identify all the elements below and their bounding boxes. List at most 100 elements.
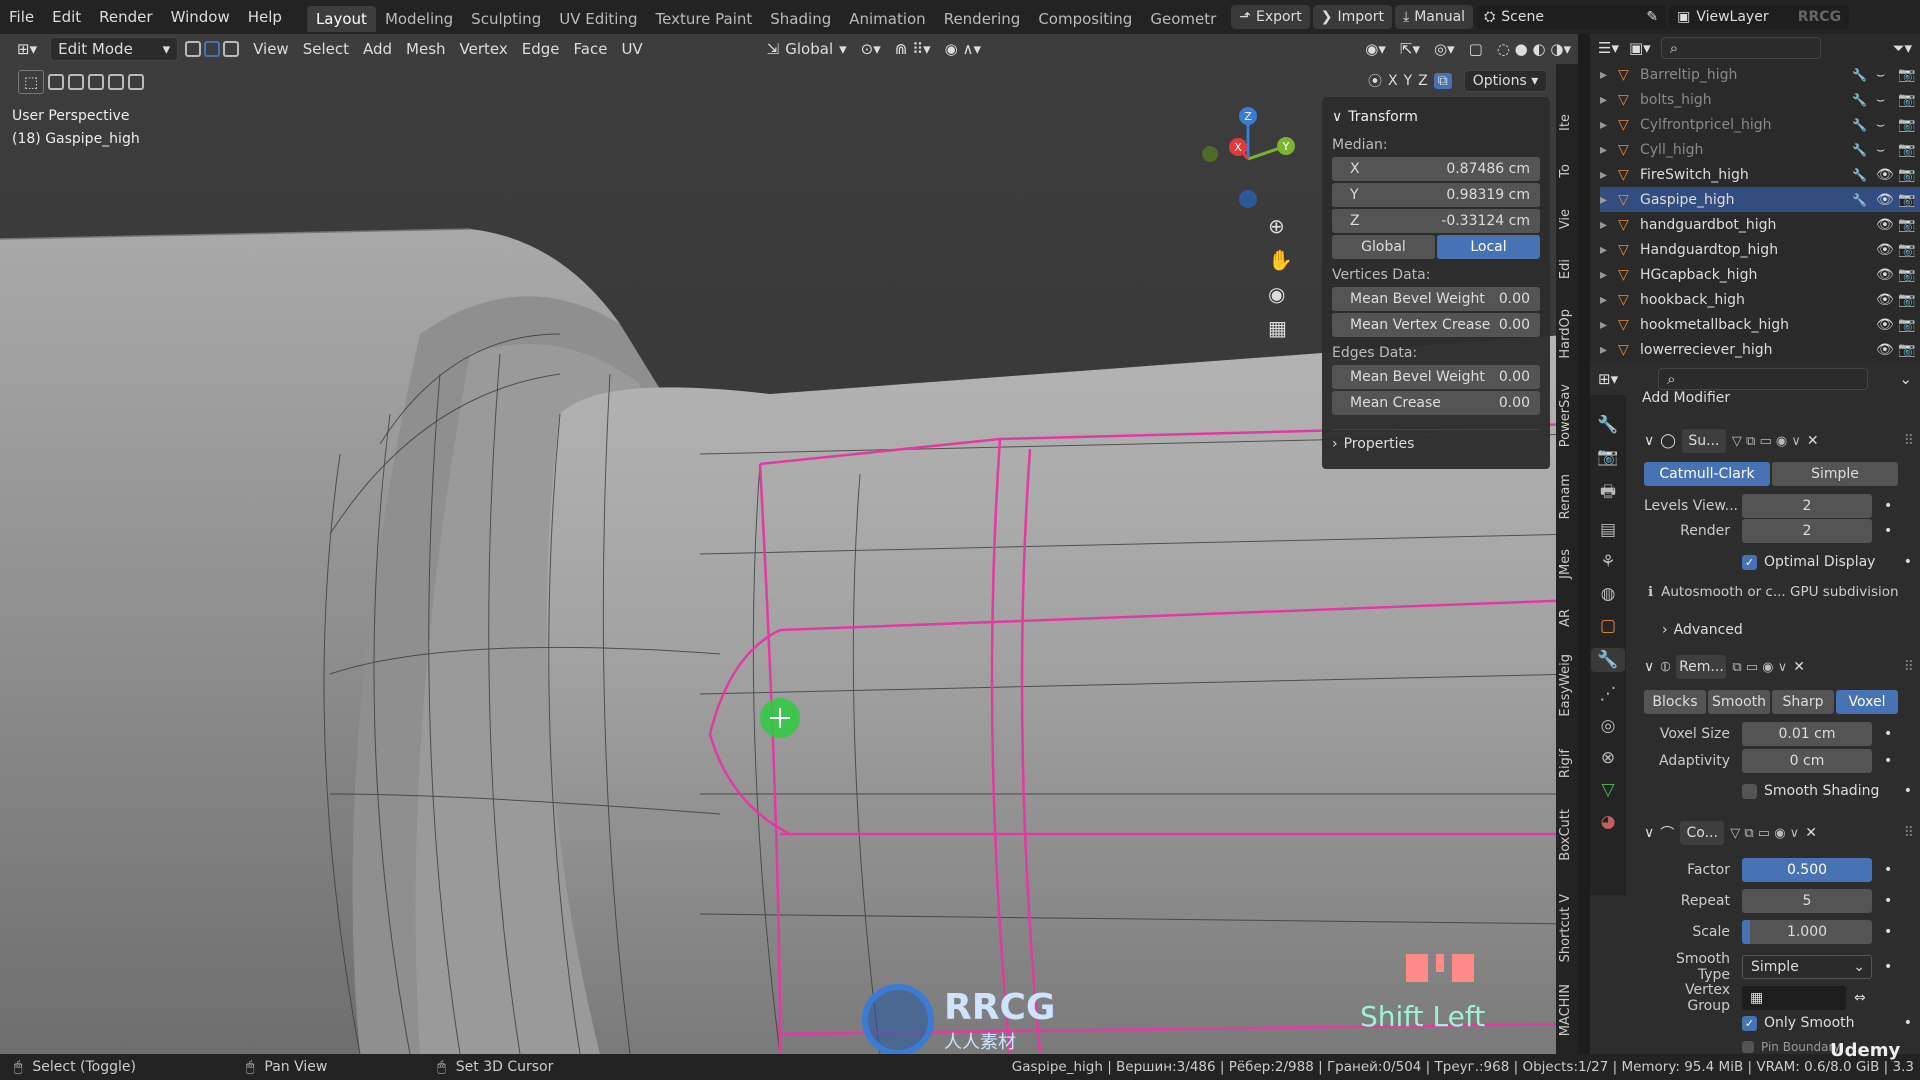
tab-rename[interactable]: Renam [1558, 474, 1576, 519]
edge-bevel-weight-field[interactable]: Mean Bevel Weight 0.00 [1332, 365, 1540, 389]
camera-icon[interactable]: 📷 [1898, 242, 1920, 258]
options-dropdown[interactable]: Options ▾ [1463, 70, 1548, 92]
eye-icon[interactable]: 👁 [1876, 267, 1898, 283]
remesh-voxel-button[interactable]: Voxel [1836, 690, 1898, 714]
outliner-item[interactable]: ▸ ▽ lowerreciever_high 👁 📷 [1600, 337, 1920, 362]
remesh-smooth-button[interactable]: Smooth [1708, 690, 1770, 714]
close-icon[interactable]: ✕ [1805, 825, 1817, 841]
render-levels-field[interactable]: 2 [1742, 519, 1872, 543]
menu-window[interactable]: Window [162, 0, 239, 34]
camera-icon[interactable]: 📷 [1898, 292, 1920, 308]
catmull-clark-button[interactable]: Catmull-Clark [1644, 462, 1770, 486]
pin-boundary-checkbox[interactable] [1742, 1041, 1754, 1053]
drag-handle-icon[interactable]: ⠿ [1904, 825, 1914, 841]
keyframe-dot-icon[interactable]: • [1884, 753, 1892, 769]
axis-y-toggle[interactable]: Y [1404, 73, 1413, 89]
properties-editor-icon[interactable]: ⊞▾ [1598, 370, 1618, 388]
expand-arrow-icon[interactable]: ▸ [1600, 142, 1618, 158]
outliner-item[interactable]: ▸ ▽ handguardbot_high 👁 📷 [1600, 212, 1920, 237]
remesh-name-field[interactable]: Rem... [1676, 655, 1727, 679]
camera-icon[interactable]: 📷 [1898, 192, 1920, 208]
manual-button[interactable]: ⤓ Manual [1395, 5, 1474, 29]
overlay-toggle-icon[interactable]: ◎▾ [1427, 37, 1462, 61]
tab-uv-editing[interactable]: UV Editing [550, 6, 646, 32]
invert-arrows-icon[interactable]: ⇔ [1854, 990, 1866, 1006]
median-z-field[interactable]: Z -0.33124 cm [1332, 209, 1540, 233]
object-icon[interactable]: ▢ [1600, 616, 1616, 636]
eye-icon[interactable]: 👁 [1876, 292, 1898, 308]
pan-hand-icon[interactable]: ✋ [1268, 248, 1293, 272]
menu-edit[interactable]: Edit [43, 0, 90, 34]
outliner-item[interactable]: ▸ ▽ FireSwitch_high 🔧 👁 📷 [1600, 162, 1920, 187]
physics-icon[interactable]: ◎ [1601, 716, 1616, 736]
auto-merge-icon[interactable]: ⧉ [1433, 73, 1452, 89]
drag-handle-icon[interactable]: ⠿ [1904, 433, 1914, 449]
camera-icon[interactable]: 📷 [1898, 117, 1920, 133]
export-button[interactable]: ⬏ Export [1231, 5, 1310, 29]
properties-header[interactable]: › Properties [1332, 429, 1540, 453]
output-icon[interactable]: 🖶 [1600, 479, 1616, 508]
proportional-edit-icon[interactable]: ◉ ∧▾ [938, 37, 988, 61]
chevron-down-icon[interactable]: ∨ [1644, 825, 1654, 841]
axis-x-toggle[interactable]: X [1388, 73, 1398, 89]
outliner-item[interactable]: ▸ ▽ HGcapback_high 👁 📷 [1600, 262, 1920, 287]
modifier-toggles[interactable]: ▽ ⧉ ▭ ◉ ∨ [1732, 434, 1801, 449]
keyframe-dot-icon[interactable]: • [1884, 959, 1892, 975]
tab-layout[interactable]: Layout [306, 6, 376, 32]
select-mode-buttons[interactable] [178, 37, 246, 61]
keyframe-dot-icon[interactable]: • [1904, 554, 1912, 570]
keyframe-dot-icon[interactable]: • [1884, 523, 1892, 539]
smooth-type-select[interactable]: Simple ⌄ [1742, 955, 1872, 979]
keyframe-dot-icon[interactable]: • [1884, 893, 1892, 909]
outliner-item[interactable]: ▸ ▽ Handguardtop_high 👁 📷 [1600, 237, 1920, 262]
optimal-display-checkbox[interactable]: ✓ [1742, 554, 1757, 570]
outliner-item[interactable]: ▸ ▽ hookmetallback_high 👁 📷 [1600, 312, 1920, 337]
camera-icon[interactable]: 📷 [1898, 167, 1920, 183]
keyframe-dot-icon[interactable]: • [1904, 783, 1912, 799]
close-icon[interactable]: ✕ [1793, 659, 1805, 675]
keyframe-dot-icon[interactable]: • [1884, 726, 1892, 742]
mode-selector[interactable]: Edit Mode ▾ [50, 37, 179, 61]
tab-rendering[interactable]: Rendering [935, 6, 1030, 32]
factor-field[interactable]: 0.500 [1742, 858, 1872, 882]
eye-icon[interactable]: 👁 [1876, 342, 1898, 358]
smooth-shading-row[interactable]: Smooth Shading • [1742, 783, 1912, 799]
eye-icon[interactable]: 👁 [1876, 217, 1898, 233]
mean-crease-field[interactable]: Mean Crease 0.00 [1332, 391, 1540, 415]
keyframe-dot-icon[interactable]: • [1884, 862, 1892, 878]
expand-arrow-icon[interactable]: ▸ [1600, 67, 1618, 83]
voxel-size-field[interactable]: 0.01 cm [1742, 722, 1872, 746]
import-button[interactable]: ❯ Import [1312, 5, 1392, 29]
eye-closed-icon[interactable]: ⌣ [1876, 117, 1898, 133]
median-x-field[interactable]: X 0.87486 cm [1332, 157, 1540, 181]
eye-icon[interactable]: 👁 [1876, 192, 1898, 208]
menu-view[interactable]: View [246, 37, 296, 61]
mean-bevel-weight-field[interactable]: Mean Bevel Weight 0.00 [1332, 287, 1540, 311]
eye-icon[interactable]: 👁 [1876, 317, 1898, 333]
properties-search[interactable]: ⌕ [1658, 368, 1869, 390]
median-y-field[interactable]: Y 0.98319 cm [1332, 183, 1540, 207]
shading-modes[interactable]: ◌ ● ◐ ◑▾ [1490, 37, 1578, 61]
camera-icon[interactable]: 📷 [1898, 317, 1920, 333]
world-icon[interactable]: ◍ [1601, 584, 1616, 604]
adaptivity-field[interactable]: 0 cm [1742, 749, 1872, 773]
tab-compositing[interactable]: Compositing [1029, 6, 1141, 32]
scale-field[interactable]: 1.000 [1742, 920, 1872, 944]
outliner-item[interactable]: ▸ ▽ Cylfrontpricel_high 🔧 ⌣ 📷 [1600, 112, 1920, 137]
repeat-field[interactable]: 5 [1742, 889, 1872, 913]
modifier-wrench-icon[interactable]: 🔧 [1591, 648, 1625, 672]
tab-shading[interactable]: Shading [761, 6, 840, 32]
expand-arrow-icon[interactable]: ▸ [1600, 92, 1618, 108]
add-modifier-dropdown[interactable]: Add Modifier [1642, 390, 1730, 406]
transform-orientation[interactable]: ⇲ Global ▾ [760, 37, 854, 61]
scene-selector[interactable]: ⛭ Scene ✎ [1476, 5, 1667, 29]
xray-icon[interactable]: ▢ [1462, 37, 1490, 61]
global-toggle[interactable]: Global [1332, 235, 1435, 259]
viewlayer-selector[interactable]: ▣ ViewLayer RRCG [1669, 5, 1850, 29]
tab-item[interactable]: Ite [1558, 114, 1576, 131]
local-toggle[interactable]: Local [1437, 235, 1540, 259]
simple-button[interactable]: Simple [1772, 462, 1898, 486]
select-mode-icons[interactable] [48, 70, 158, 94]
mean-vertex-crease-field[interactable]: Mean Vertex Crease 0.00 [1332, 313, 1540, 337]
particles-icon[interactable]: ⋰ [1600, 684, 1617, 704]
